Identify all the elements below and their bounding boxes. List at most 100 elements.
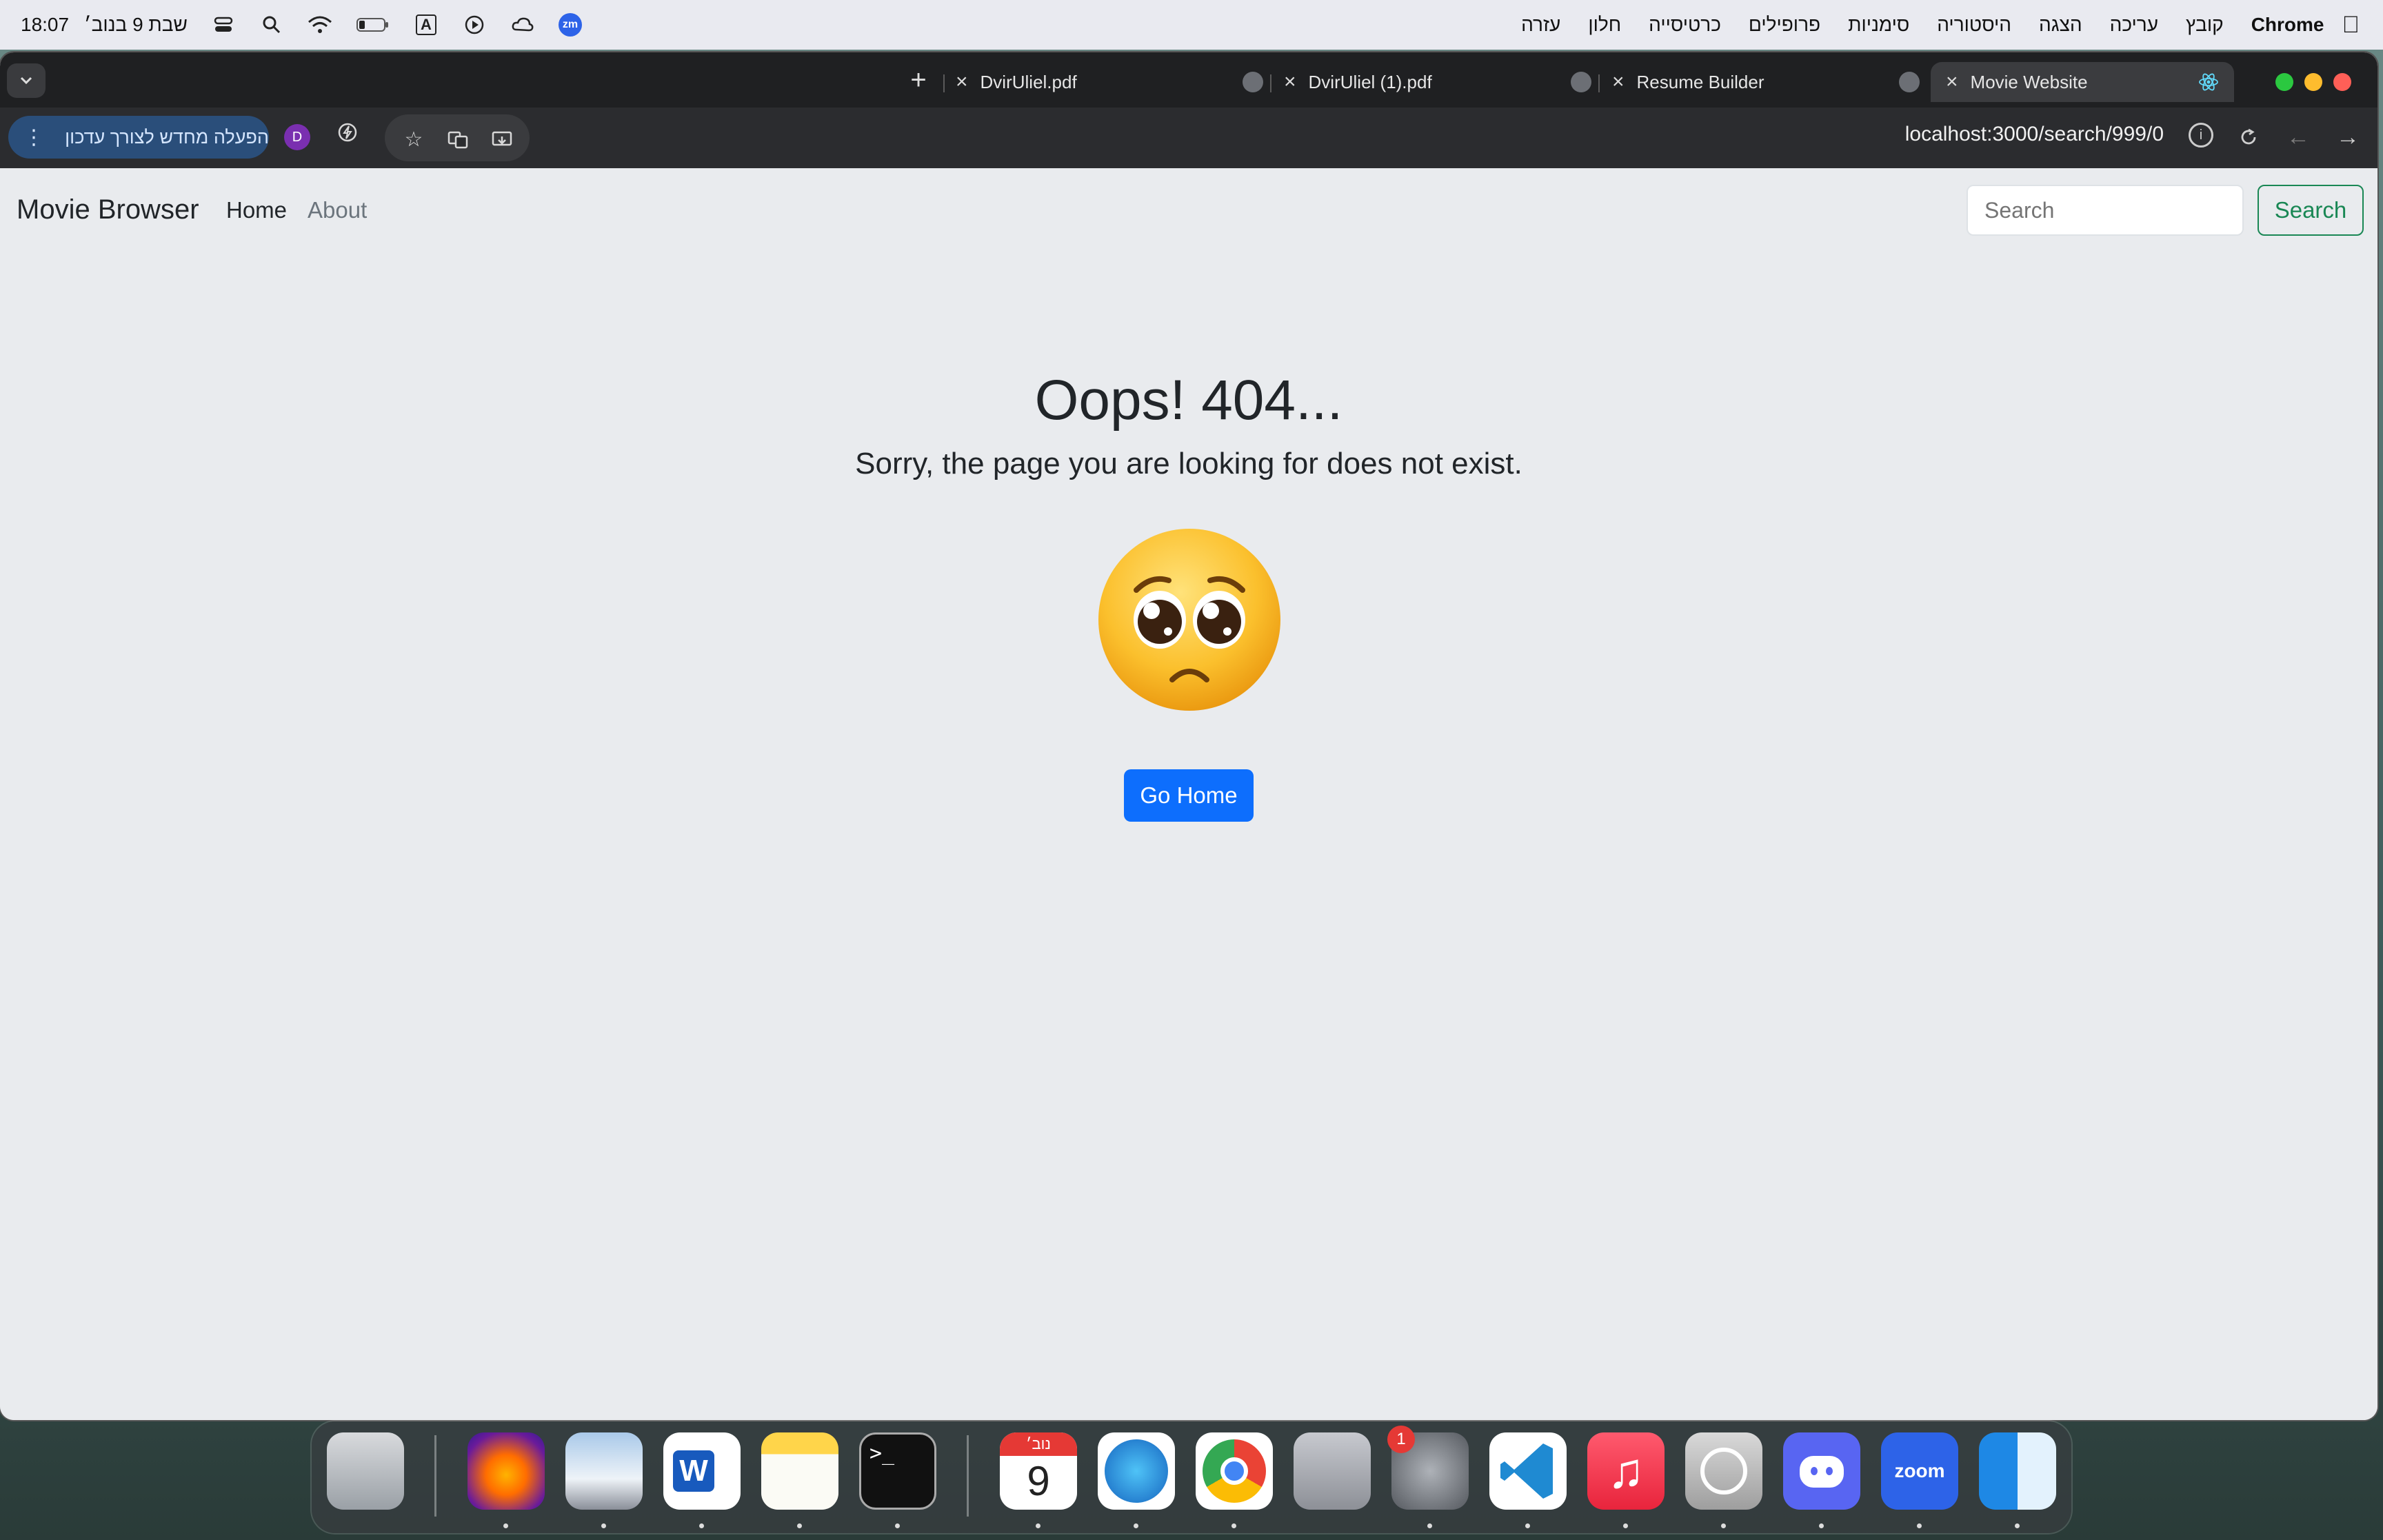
- apple-menu-icon[interactable]: : [2342, 12, 2360, 39]
- site-info-icon[interactable]: i: [2189, 123, 2213, 148]
- close-tab-icon[interactable]: ×: [956, 70, 968, 94]
- preview-icon[interactable]: [565, 1432, 643, 1510]
- spotlight-search-icon[interactable]: [259, 12, 284, 37]
- navbar-brand[interactable]: Movie Browser: [17, 194, 199, 225]
- wifi-icon[interactable]: [308, 12, 332, 37]
- tab-movie-website[interactable]: × Movie Website: [1931, 62, 2234, 102]
- zoom-status-icon[interactable]: zm: [558, 13, 582, 37]
- weather-icon[interactable]: [510, 12, 535, 37]
- toolbar-actions-group: ☆: [385, 114, 530, 161]
- launchpad-icon[interactable]: [1294, 1432, 1371, 1510]
- close-tab-icon[interactable]: ×: [1946, 70, 1958, 94]
- menubar-clock[interactable]: 18:07 שבת 9 בנוב׳: [21, 14, 188, 36]
- macos-dock: W >_ נוב׳ 9 1 ♫ zoom: [312, 1421, 2071, 1533]
- zoom-app-icon[interactable]: zoom: [1881, 1432, 1958, 1510]
- bookmark-star-icon[interactable]: ☆: [400, 125, 428, 153]
- cast-icon[interactable]: [488, 125, 516, 153]
- running-indicator: [895, 1523, 900, 1528]
- window-close-button[interactable]: [2333, 73, 2351, 91]
- menu-window[interactable]: חלון: [1588, 14, 1621, 36]
- word-icon[interactable]: W: [663, 1432, 741, 1510]
- notification-badge: 1: [1387, 1426, 1415, 1453]
- pleading-face-icon: [1098, 529, 1280, 711]
- menu-tab[interactable]: כרטיסייה: [1649, 14, 1721, 36]
- dock-separator: [434, 1435, 436, 1517]
- status-area: 18:07 שבת 9 בנוב׳ A zm: [21, 0, 582, 50]
- search-button[interactable]: Search: [2258, 185, 2364, 236]
- menu-file[interactable]: קובץ: [2186, 14, 2224, 36]
- tab-strip: + × DvirUliel.pdf × DvirUliel (1).pdf × …: [0, 52, 2377, 108]
- new-tab-button[interactable]: +: [903, 65, 934, 95]
- terminal-icon[interactable]: >_: [859, 1432, 936, 1510]
- dock-separator: [967, 1435, 969, 1517]
- profile-avatar[interactable]: D: [284, 124, 310, 150]
- translate-icon[interactable]: [444, 125, 472, 153]
- chrome-window: + × DvirUliel.pdf × DvirUliel (1).pdf × …: [0, 52, 2377, 1420]
- react-icon: [2198, 72, 2219, 97]
- go-home-button[interactable]: Go Home: [1124, 769, 1254, 822]
- running-indicator: [1231, 1523, 1236, 1528]
- system-settings-icon[interactable]: 1: [1387, 1426, 1469, 1510]
- calendar-icon[interactable]: נוב׳ 9: [1000, 1432, 1077, 1510]
- relaunch-to-update-button[interactable]: הפעלה מחדש לצורך עדכון ⋮: [8, 116, 269, 159]
- battery-icon[interactable]: [356, 12, 390, 37]
- safari-icon[interactable]: [1098, 1432, 1175, 1510]
- forward-arrow-icon[interactable]: →: [2331, 120, 2365, 154]
- tab-dviruliel-pdf[interactable]: × DvirUliel.pdf: [956, 62, 1263, 102]
- calendar-month: נוב׳: [1000, 1432, 1077, 1456]
- menu-bookmarks[interactable]: סימניות: [1848, 14, 1909, 36]
- nav-link-about[interactable]: About: [308, 197, 367, 223]
- whatsapp-icon[interactable]: [1685, 1432, 1762, 1510]
- running-indicator: [601, 1523, 606, 1528]
- running-indicator: [1623, 1523, 1628, 1528]
- notes-icon[interactable]: [761, 1432, 838, 1510]
- nav-link-home[interactable]: Home: [226, 197, 287, 223]
- more-vert-icon: ⋮: [23, 126, 44, 149]
- menu-edit[interactable]: עריכה: [2110, 14, 2158, 36]
- running-indicator: [1525, 1523, 1530, 1528]
- reload-icon[interactable]: [2231, 120, 2266, 154]
- relaunch-label: הפעלה מחדש לצורך עדכון: [65, 126, 269, 148]
- firefox-icon[interactable]: [467, 1432, 545, 1510]
- menu-history[interactable]: היסטוריה: [1937, 14, 2011, 36]
- globe-icon: [1571, 72, 1591, 92]
- clock-time: 18:07: [21, 14, 70, 35]
- trash-icon[interactable]: [327, 1432, 404, 1510]
- finder-icon[interactable]: [1979, 1432, 2056, 1510]
- menu-app-name[interactable]: Chrome: [2251, 14, 2324, 36]
- discord-icon[interactable]: [1783, 1432, 1860, 1510]
- tab-separator: [1598, 74, 1600, 92]
- menu-view[interactable]: הצגה: [2039, 14, 2082, 36]
- extension-icon[interactable]: [334, 119, 361, 146]
- close-tab-icon[interactable]: ×: [1612, 70, 1625, 94]
- tab-separator: [1270, 74, 1271, 92]
- back-arrow-icon[interactable]: ←: [2281, 120, 2315, 154]
- clock-date: שבת 9 בנוב׳: [83, 14, 188, 35]
- input-source-icon[interactable]: A: [414, 12, 439, 37]
- macos-menu-bar:  Chrome קובץ עריכה הצגה היסטוריה סימניו…: [0, 0, 2383, 50]
- music-icon[interactable]: ♫: [1587, 1432, 1665, 1510]
- running-indicator: [699, 1523, 704, 1528]
- running-indicator: [1036, 1523, 1040, 1528]
- vscode-icon[interactable]: [1489, 1432, 1567, 1510]
- window-zoom-button[interactable]: [2275, 73, 2293, 91]
- address-bar-url[interactable]: localhost:3000/search/999/0: [1905, 123, 2164, 146]
- running-indicator: [1721, 1523, 1726, 1528]
- tab-dviruliel-1-pdf[interactable]: × DvirUliel (1).pdf: [1284, 62, 1591, 102]
- now-playing-icon[interactable]: [462, 12, 487, 37]
- tab-title: Resume Builder: [1636, 71, 1764, 92]
- running-indicator: [1427, 1523, 1432, 1528]
- search-input[interactable]: [1967, 185, 2244, 236]
- calendar-day: 9: [1027, 1458, 1050, 1504]
- close-tab-icon[interactable]: ×: [1284, 70, 1296, 94]
- control-center-icon[interactable]: [211, 12, 236, 37]
- chevron-down-icon: [20, 77, 32, 85]
- globe-icon: [1243, 72, 1263, 92]
- tab-search-button[interactable]: [7, 63, 46, 98]
- tab-resume-builder[interactable]: × Resume Builder: [1612, 62, 1920, 102]
- menu-profiles[interactable]: פרופילים: [1749, 14, 1820, 36]
- window-minimize-button[interactable]: [2304, 73, 2322, 91]
- menu-help[interactable]: עזרה: [1521, 14, 1560, 36]
- chrome-icon[interactable]: [1196, 1432, 1273, 1510]
- tab-separator: [943, 74, 945, 92]
